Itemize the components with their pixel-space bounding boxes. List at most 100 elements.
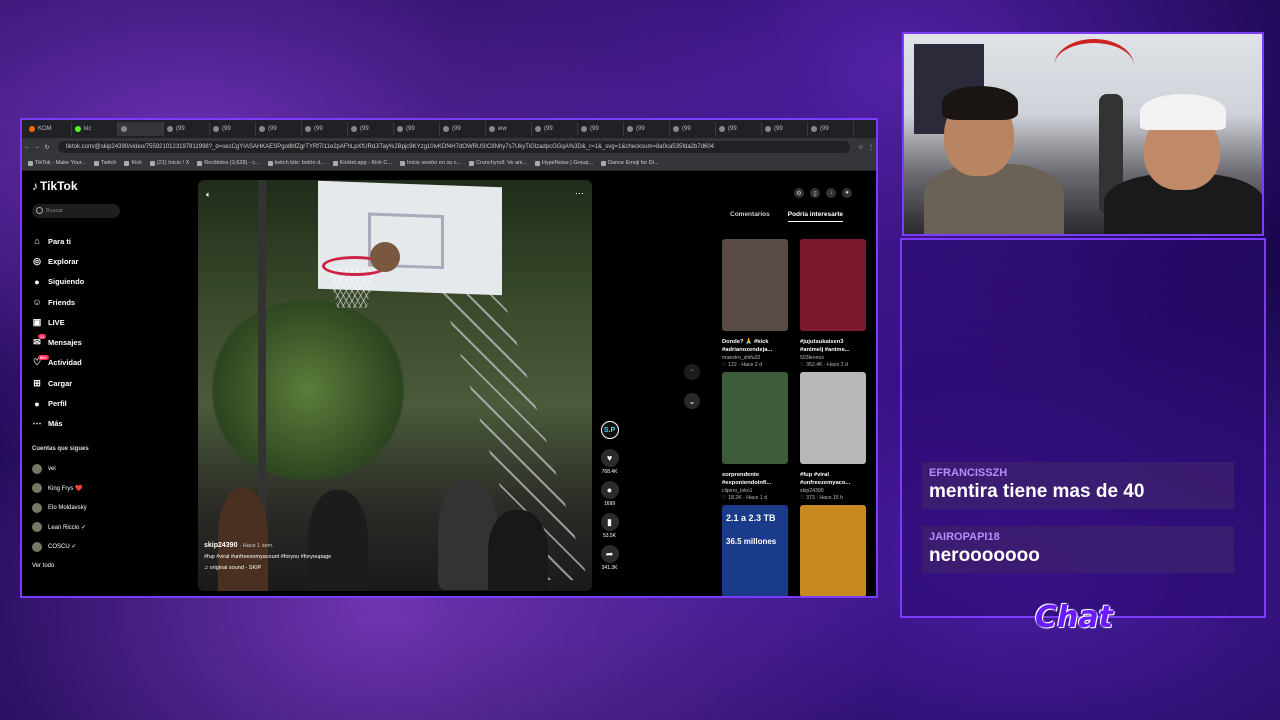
suggested-video-card[interactable]: #jujutsukaisen3 #animelj #anime... 503len… — [800, 239, 868, 368]
comment-button[interactable]: ● 1699 — [597, 481, 622, 507]
video-hashtags[interactable]: #fup #viral #unfreezemyacount #foryou #f… — [204, 554, 504, 560]
suggested-video-card[interactable] — [800, 505, 868, 596]
bookmark-item[interactable]: Recibidos (3,628) - c... — [197, 160, 260, 166]
video-more-icon[interactable]: ⋯ — [575, 188, 584, 199]
bookmark-item[interactable]: twitch bits: botón d... — [267, 160, 325, 166]
next-video-button[interactable]: ⌄ — [684, 393, 700, 409]
following-item[interactable]: Elo Moldavsky — [32, 498, 87, 518]
previous-video-button[interactable]: ⌃ — [684, 364, 700, 380]
sidebar-item-explorar[interactable]: ◎ Explorar — [32, 251, 132, 271]
volume-icon[interactable]: 🔈︎ — [206, 190, 211, 200]
sidebar-item-cargar[interactable]: ⊞ Cargar — [32, 373, 132, 393]
following-item[interactable]: Ver todo — [32, 557, 87, 577]
browser-tab[interactable]: (99 — [210, 122, 256, 136]
sidebar-item-perfil[interactable]: ● Perfil — [32, 393, 132, 413]
browser-tab[interactable]: (99 — [532, 122, 578, 136]
home-icon: ⌂ — [34, 236, 40, 247]
user-avatar[interactable]: ● — [842, 188, 852, 198]
browser-tab[interactable]: KOM — [26, 122, 72, 136]
search-input[interactable]: Buscar — [32, 204, 120, 218]
reload-icon[interactable]: ↻ — [42, 144, 52, 151]
following-item[interactable]: COSCU ✓ — [32, 537, 87, 557]
browser-tab[interactable]: (99 — [808, 122, 854, 136]
avatar — [32, 541, 42, 552]
browser-tab[interactable]: (99 — [302, 122, 348, 136]
bookmark-item[interactable]: Dance Emoji for Di... — [601, 160, 659, 166]
sidebar-item-para-ti[interactable]: ⌂ Para ti — [32, 231, 132, 251]
chevron-up-icon: ⌃ — [688, 367, 696, 377]
browser-tab[interactable]: (99 — [670, 122, 716, 136]
comment-icon: ● — [600, 481, 619, 499]
sidebar-item-siguiendo[interactable]: ● Siguiendo — [32, 272, 132, 292]
bookmark-favicon-icon — [469, 160, 475, 166]
suggested-video-card[interactable]: 2.1 a 2.3 TB 36.5 millones — [722, 505, 790, 596]
suggested-video-card[interactable]: sorprendente #exponiendoinfi... clipero_l… — [722, 372, 790, 501]
bookmarks-bar: TikTok - Make Your... Twitch Kick (21) Inic… — [22, 156, 876, 171]
tab-favicon-icon — [443, 126, 449, 132]
suggested-video-card[interactable]: #fup #viral #unfreezemyaco... skip24390 ♡ … — [800, 372, 868, 501]
creator-avatar[interactable]: S.P — [600, 421, 619, 439]
bookmark-item[interactable]: Inicie sesión en su c... — [400, 160, 461, 166]
browser-tab[interactable] — [118, 122, 164, 136]
browser-tab[interactable]: (99 — [624, 122, 670, 136]
save-button[interactable]: ▮ 53.5K — [597, 513, 622, 539]
bookmark-item[interactable]: Twitch — [93, 160, 116, 166]
browser-tab[interactable]: ww — [486, 122, 532, 136]
phone-icon[interactable]: ▯ — [810, 188, 820, 198]
tiktok-logo[interactable]: ♪ TikTok — [32, 179, 78, 193]
menu-icon[interactable]: ⋮ — [866, 144, 876, 151]
tab-favicon-icon — [121, 126, 127, 132]
tab-favicon-icon — [167, 126, 173, 132]
star-icon[interactable]: ☆ — [856, 144, 866, 151]
following-item[interactable]: King Frys ❤️ — [32, 479, 87, 499]
video-thumbnail — [722, 372, 788, 464]
sidebar-item-mensajes[interactable]: ✉ 11 Mensajes — [32, 332, 132, 352]
sidebar-item-más[interactable]: ⋯ Más — [32, 414, 132, 434]
bookmark-item[interactable]: TikTok - Make Your... — [28, 160, 86, 166]
upload-icon: ⊞ — [33, 377, 41, 388]
browser-tab[interactable]: (99 — [716, 122, 762, 136]
white-cap — [1140, 94, 1226, 130]
browser-tab[interactable]: (99 — [762, 122, 808, 136]
browser-tab[interactable]: kic — [72, 122, 118, 136]
webcam-feed — [902, 32, 1264, 236]
bookmark-item[interactable]: Crunchyroll: Ve ani... — [469, 160, 527, 166]
video-sound[interactable]: ♫ original sound - SKIP — [204, 565, 504, 571]
tiktok-page: ♪ TikTok Buscar ⌂ Para ti ◎ Explorar ● Siguien… — [22, 171, 876, 596]
forward-icon[interactable]: → — [32, 144, 42, 150]
sidebar-item-actividad[interactable]: ♡ 99+ Actividad — [32, 353, 132, 373]
download-icon[interactable]: ↓ — [826, 188, 836, 198]
bookmark-item[interactable]: HypeNoise | Group... — [534, 160, 593, 166]
browser-tab[interactable]: (99 — [256, 122, 302, 136]
following-item[interactable]: Lean Riccio ✓ — [32, 518, 87, 538]
bookmark-item[interactable]: Kicklet.app - Kick C... — [332, 160, 392, 166]
video-username[interactable]: skip24390 — [204, 542, 237, 549]
video-thumbnail — [800, 505, 866, 596]
suggested-video-card[interactable]: Donde? 🙏 #kick #adrianozendeja... maestro… — [722, 239, 790, 368]
share-button[interactable]: ➦ 341.3K — [597, 545, 622, 571]
browser-tab[interactable]: (99 — [440, 122, 486, 136]
sidebar-item-live[interactable]: ▣ LIVE — [32, 312, 132, 332]
chat-username: JAIROPAPI18 — [929, 531, 1000, 543]
bookmark-item[interactable]: Kick — [124, 160, 142, 166]
video-player[interactable]: 🔈︎ ⋯ skip24390 · Hace 1 sem. #fup #viral… — [198, 180, 592, 591]
card-title: #fup #viral #unfreezemyaco... — [800, 472, 851, 486]
back-icon[interactable]: ← — [22, 144, 32, 150]
tab-favicon-icon — [765, 126, 771, 132]
bookmark-item[interactable]: (21) Inicio / X — [149, 160, 189, 166]
tab-suggested[interactable]: Podría interesarte — [787, 211, 844, 222]
suggested-videos-grid: Donde? 🙏 #kick #adrianozendeja... maestro… — [722, 239, 868, 596]
settings-icon[interactable]: ⚙ — [794, 188, 804, 198]
browser-tab[interactable]: (99 — [394, 122, 440, 136]
tab-comments[interactable]: Comentarios — [730, 211, 770, 222]
sidebar-item-friends[interactable]: ☺ Friends — [32, 292, 132, 312]
following-item[interactable]: vei — [32, 459, 87, 479]
browser-tab[interactable]: (99 — [164, 122, 210, 136]
url-input[interactable]: tiktok.com/@skip24390/video/755921012319… — [58, 141, 850, 153]
browser-tab[interactable]: (99 — [348, 122, 394, 136]
like-button[interactable]: ♥ 768.4K — [597, 449, 622, 475]
browser-tab[interactable]: (99 — [578, 122, 624, 136]
profile-icon: ● — [34, 398, 40, 409]
compass-icon: ◎ — [33, 255, 41, 266]
bookmark-favicon-icon — [601, 160, 607, 166]
